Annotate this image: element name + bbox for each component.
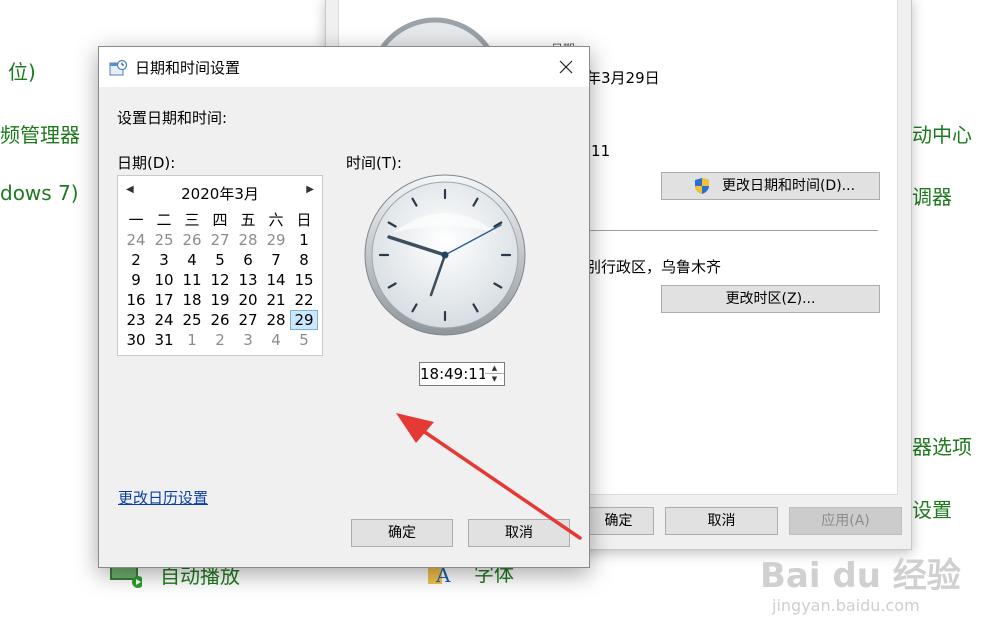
calendar-week: 30 31 1 2 3 4 5 — [122, 330, 318, 350]
calendar-day[interactable]: 27 — [234, 310, 262, 330]
calendar-day[interactable]: 5 — [290, 330, 318, 350]
date-label: 日期(D): — [117, 154, 176, 172]
calendar-day[interactable]: 14 — [262, 270, 290, 290]
title-bar: 日期和时间设置 — [99, 47, 589, 87]
calendar-day[interactable]: 25 — [178, 310, 206, 330]
calendar-day[interactable]: 10 — [150, 270, 178, 290]
calendar-day[interactable]: 1 — [290, 230, 318, 250]
calendar-day[interactable]: 3 — [150, 250, 178, 270]
spin-down-icon[interactable]: ▼ — [485, 374, 504, 385]
calendar-month-title[interactable]: 2020年3月 — [118, 183, 322, 204]
calendar-day[interactable]: 7 — [262, 250, 290, 270]
baidu-watermark: Bai du 经验 — [760, 556, 961, 596]
weekday-label: 六 — [268, 211, 284, 229]
calendar-day[interactable]: 28 — [234, 230, 262, 250]
bg-date-value: 年3月29日 — [586, 69, 660, 87]
calendar-day[interactable]: 22 — [290, 290, 318, 310]
close-icon — [559, 60, 573, 74]
dialog-heading: 设置日期和时间: — [117, 109, 228, 127]
weekday-header: 一 二 三 四 五 六 日 — [122, 210, 318, 230]
calendar-day[interactable]: 20 — [234, 290, 262, 310]
baidu-watermark-url: jingyan.baidu.com — [772, 596, 920, 615]
calendar-day[interactable]: 9 — [122, 270, 150, 290]
uac-shield-icon — [695, 178, 709, 194]
calendar-day[interactable]: 23 — [122, 310, 150, 330]
weekday-label: 二 — [156, 211, 172, 229]
calendar-week: 23 24 25 26 27 28 29 — [122, 310, 318, 330]
calendar-day[interactable]: 16 — [122, 290, 150, 310]
bg-cancel-button[interactable]: 取消 — [665, 507, 778, 535]
weekday-label: 一 — [128, 211, 144, 229]
calendar-day[interactable]: 27 — [206, 230, 234, 250]
month-calendar[interactable]: ◀ 2020年3月 ▶ 一 二 三 四 五 六 日 24 25 26 27 28… — [117, 175, 323, 356]
calendar-day[interactable]: 8 — [290, 250, 318, 270]
cp-link-7[interactable]: 器选项 — [912, 431, 972, 460]
calendar-week: 24 25 26 27 28 29 1 — [122, 230, 318, 250]
calendar-day[interactable]: 11 — [178, 270, 206, 290]
calendar-day[interactable]: 13 — [234, 270, 262, 290]
calendar-grid: 一 二 三 四 五 六 日 24 25 26 27 28 29 1 2 3 4 — [122, 210, 318, 350]
cp-link-2[interactable]: dows 7) — [0, 181, 79, 205]
calendar-day[interactable]: 25 — [150, 230, 178, 250]
weekday-label: 日 — [296, 211, 312, 229]
calendar-week: 16 17 18 19 20 21 22 — [122, 290, 318, 310]
change-datetime-label: 更改日期和时间(D)... — [721, 178, 856, 194]
spin-up-icon[interactable]: ▲ — [485, 363, 504, 374]
calendar-day[interactable]: 19 — [206, 290, 234, 310]
datetime-app-icon — [109, 59, 127, 76]
cp-link-1[interactable]: 频管理器 — [0, 119, 80, 148]
dialog-title: 日期和时间设置 — [135, 59, 241, 77]
bg-apply-button: 应用(A) — [789, 507, 902, 535]
calendar-day[interactable]: 26 — [206, 310, 234, 330]
calendar-day[interactable]: 18 — [178, 290, 206, 310]
calendar-day[interactable]: 21 — [262, 290, 290, 310]
cp-link-5[interactable]: 动中心 — [912, 119, 972, 148]
weekday-label: 四 — [212, 211, 228, 229]
bg-timezone-value: 别行政区，乌鲁木齐 — [586, 258, 722, 276]
calendar-day[interactable]: 26 — [178, 230, 206, 250]
calendar-day[interactable]: 15 — [290, 270, 318, 290]
calendar-day[interactable]: 4 — [262, 330, 290, 350]
weekday-label: 五 — [240, 211, 256, 229]
calendar-day[interactable]: 30 — [122, 330, 150, 350]
calendar-week: 9 10 11 12 13 14 15 — [122, 270, 318, 290]
change-datetime-button[interactable]: 更改日期和时间(D)... — [661, 172, 880, 200]
calendar-day[interactable]: 24 — [150, 310, 178, 330]
time-spinner[interactable]: ▲ ▼ — [485, 362, 505, 386]
calendar-day[interactable]: 1 — [178, 330, 206, 350]
calendar-week: 2 3 4 5 6 7 8 — [122, 250, 318, 270]
analog-clock — [364, 174, 526, 336]
calendar-day[interactable]: 3 — [234, 330, 262, 350]
cp-link-6[interactable]: 调器 — [912, 181, 952, 210]
cp-link-8[interactable]: 设置 — [912, 494, 952, 523]
calendar-day[interactable]: 2 — [122, 250, 150, 270]
calendar-day[interactable]: 29 — [262, 230, 290, 250]
close-button[interactable] — [543, 47, 589, 87]
calendar-day[interactable]: 4 — [178, 250, 206, 270]
change-timezone-button[interactable]: 更改时区(Z)... — [661, 285, 880, 313]
calendar-day[interactable]: 31 — [150, 330, 178, 350]
calendar-day[interactable]: 2 — [206, 330, 234, 350]
calendar-day[interactable]: 5 — [206, 250, 234, 270]
time-input[interactable]: 18:49:11 — [419, 362, 487, 386]
calendar-day[interactable]: 17 — [150, 290, 178, 310]
calendar-day[interactable]: 6 — [234, 250, 262, 270]
calendar-day[interactable]: 12 — [206, 270, 234, 290]
calendar-day[interactable]: 24 — [122, 230, 150, 250]
cp-link-0[interactable]: 位) — [8, 56, 36, 85]
change-calendar-settings-link[interactable]: 更改日历设置 — [118, 487, 208, 508]
calendar-day[interactable]: 28 — [262, 310, 290, 330]
time-label: 时间(T): — [346, 154, 402, 172]
next-month-button[interactable]: ▶ — [306, 184, 314, 195]
weekday-label: 三 — [184, 211, 200, 229]
red-arrow-annotation — [396, 413, 582, 540]
calendar-day-selected[interactable]: 29 — [290, 310, 318, 330]
